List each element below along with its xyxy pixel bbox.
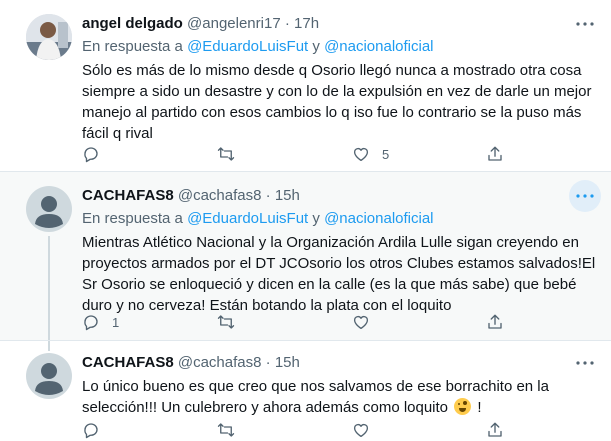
- tweet-header: CACHAFAS8 @cachafas8 · 15h: [82, 353, 597, 373]
- reply-button[interactable]: [82, 419, 100, 441]
- share-button[interactable]: [486, 419, 504, 441]
- share-icon: [488, 146, 502, 161]
- share-icon: [488, 314, 502, 329]
- mention-link[interactable]: @EduardoLuisFut: [187, 210, 308, 227]
- retweet-icon: [217, 315, 235, 329]
- thread-line: [48, 341, 50, 351]
- tweet-text-suffix: !: [477, 399, 482, 416]
- timestamp[interactable]: 17h: [294, 15, 319, 32]
- avatar[interactable]: [26, 14, 72, 60]
- display-name[interactable]: angel delgado: [82, 15, 183, 32]
- more-options-button[interactable]: [569, 180, 601, 212]
- separator-dot: ·: [265, 187, 271, 204]
- more-options-button[interactable]: [569, 8, 601, 40]
- mention-link[interactable]: @nacionaloficial: [324, 38, 433, 55]
- share-button[interactable]: [486, 311, 504, 333]
- reply-joiner: y: [312, 38, 320, 55]
- reply-icon: [84, 315, 98, 331]
- tweet-header: CACHAFAS8 @cachafas8 · 15h: [82, 186, 597, 206]
- retweet-button[interactable]: [216, 419, 236, 441]
- more-icon: [576, 194, 594, 198]
- user-handle[interactable]: @angelenri17: [187, 15, 281, 32]
- mention-link[interactable]: @EduardoLuisFut: [187, 38, 308, 55]
- tweet-actions: 5: [82, 143, 512, 165]
- reply-icon: [84, 423, 98, 439]
- like-button[interactable]: [352, 311, 370, 333]
- like-button[interactable]: [352, 419, 370, 441]
- like-count: 5: [382, 146, 390, 162]
- heart-icon: [353, 147, 369, 162]
- retweet-icon: [217, 147, 235, 161]
- reply-context: En respuesta a @EduardoLuisFut y @nacion…: [82, 37, 597, 57]
- like-button[interactable]: 5: [352, 143, 389, 165]
- share-icon: [488, 422, 502, 437]
- separator-dot: ·: [284, 15, 290, 32]
- display-name[interactable]: CACHAFAS8: [82, 187, 174, 204]
- user-handle[interactable]: @cachafas8: [178, 354, 262, 371]
- tweet[interactable]: CACHAFAS8 @cachafas8 · 15h En respuesta …: [0, 172, 611, 341]
- mention-link[interactable]: @nacionaloficial: [324, 210, 433, 227]
- retweet-icon: [217, 423, 235, 437]
- tweet-text: Sólo es más de lo mismo desde q Osorio l…: [82, 62, 592, 142]
- tweet-actions: [82, 419, 512, 441]
- more-icon: [576, 361, 594, 365]
- reply-prefix: En respuesta a: [82, 210, 183, 227]
- tweet-text: Lo único bueno es que creo que nos salva…: [82, 376, 597, 418]
- reply-button[interactable]: [82, 143, 100, 165]
- reply-context: En respuesta a @EduardoLuisFut y @nacion…: [82, 209, 597, 229]
- reply-joiner: y: [312, 210, 320, 227]
- display-name[interactable]: CACHAFAS8: [82, 354, 174, 371]
- share-button[interactable]: [486, 143, 504, 165]
- avatar[interactable]: [26, 353, 72, 399]
- tweet-header: angel delgado @angelenri17 · 17h: [82, 14, 597, 34]
- retweet-button[interactable]: [216, 311, 236, 333]
- heart-icon: [353, 423, 369, 438]
- tweet-actions: 1: [82, 311, 512, 333]
- zany-face-emoji-icon: [454, 398, 472, 415]
- reply-button[interactable]: 1: [82, 311, 119, 333]
- heart-icon: [353, 315, 369, 330]
- more-icon: [576, 22, 594, 26]
- tweet[interactable]: angel delgado @angelenri17 · 17h En resp…: [0, 0, 611, 172]
- separator-dot: ·: [265, 354, 271, 371]
- reply-count: 1: [112, 314, 120, 330]
- thread-line: [48, 236, 50, 340]
- tweet[interactable]: CACHAFAS8 @cachafas8 · 15h Lo único buen…: [0, 341, 611, 439]
- more-options-button[interactable]: [569, 347, 601, 379]
- tweet-text: Mientras Atlético Nacional y la Organiza…: [82, 234, 596, 314]
- reply-prefix: En respuesta a: [82, 38, 183, 55]
- timestamp[interactable]: 15h: [275, 187, 300, 204]
- timestamp[interactable]: 15h: [275, 354, 300, 371]
- user-handle[interactable]: @cachafas8: [178, 187, 262, 204]
- reply-icon: [84, 147, 98, 163]
- avatar[interactable]: [26, 186, 72, 232]
- retweet-button[interactable]: [216, 143, 236, 165]
